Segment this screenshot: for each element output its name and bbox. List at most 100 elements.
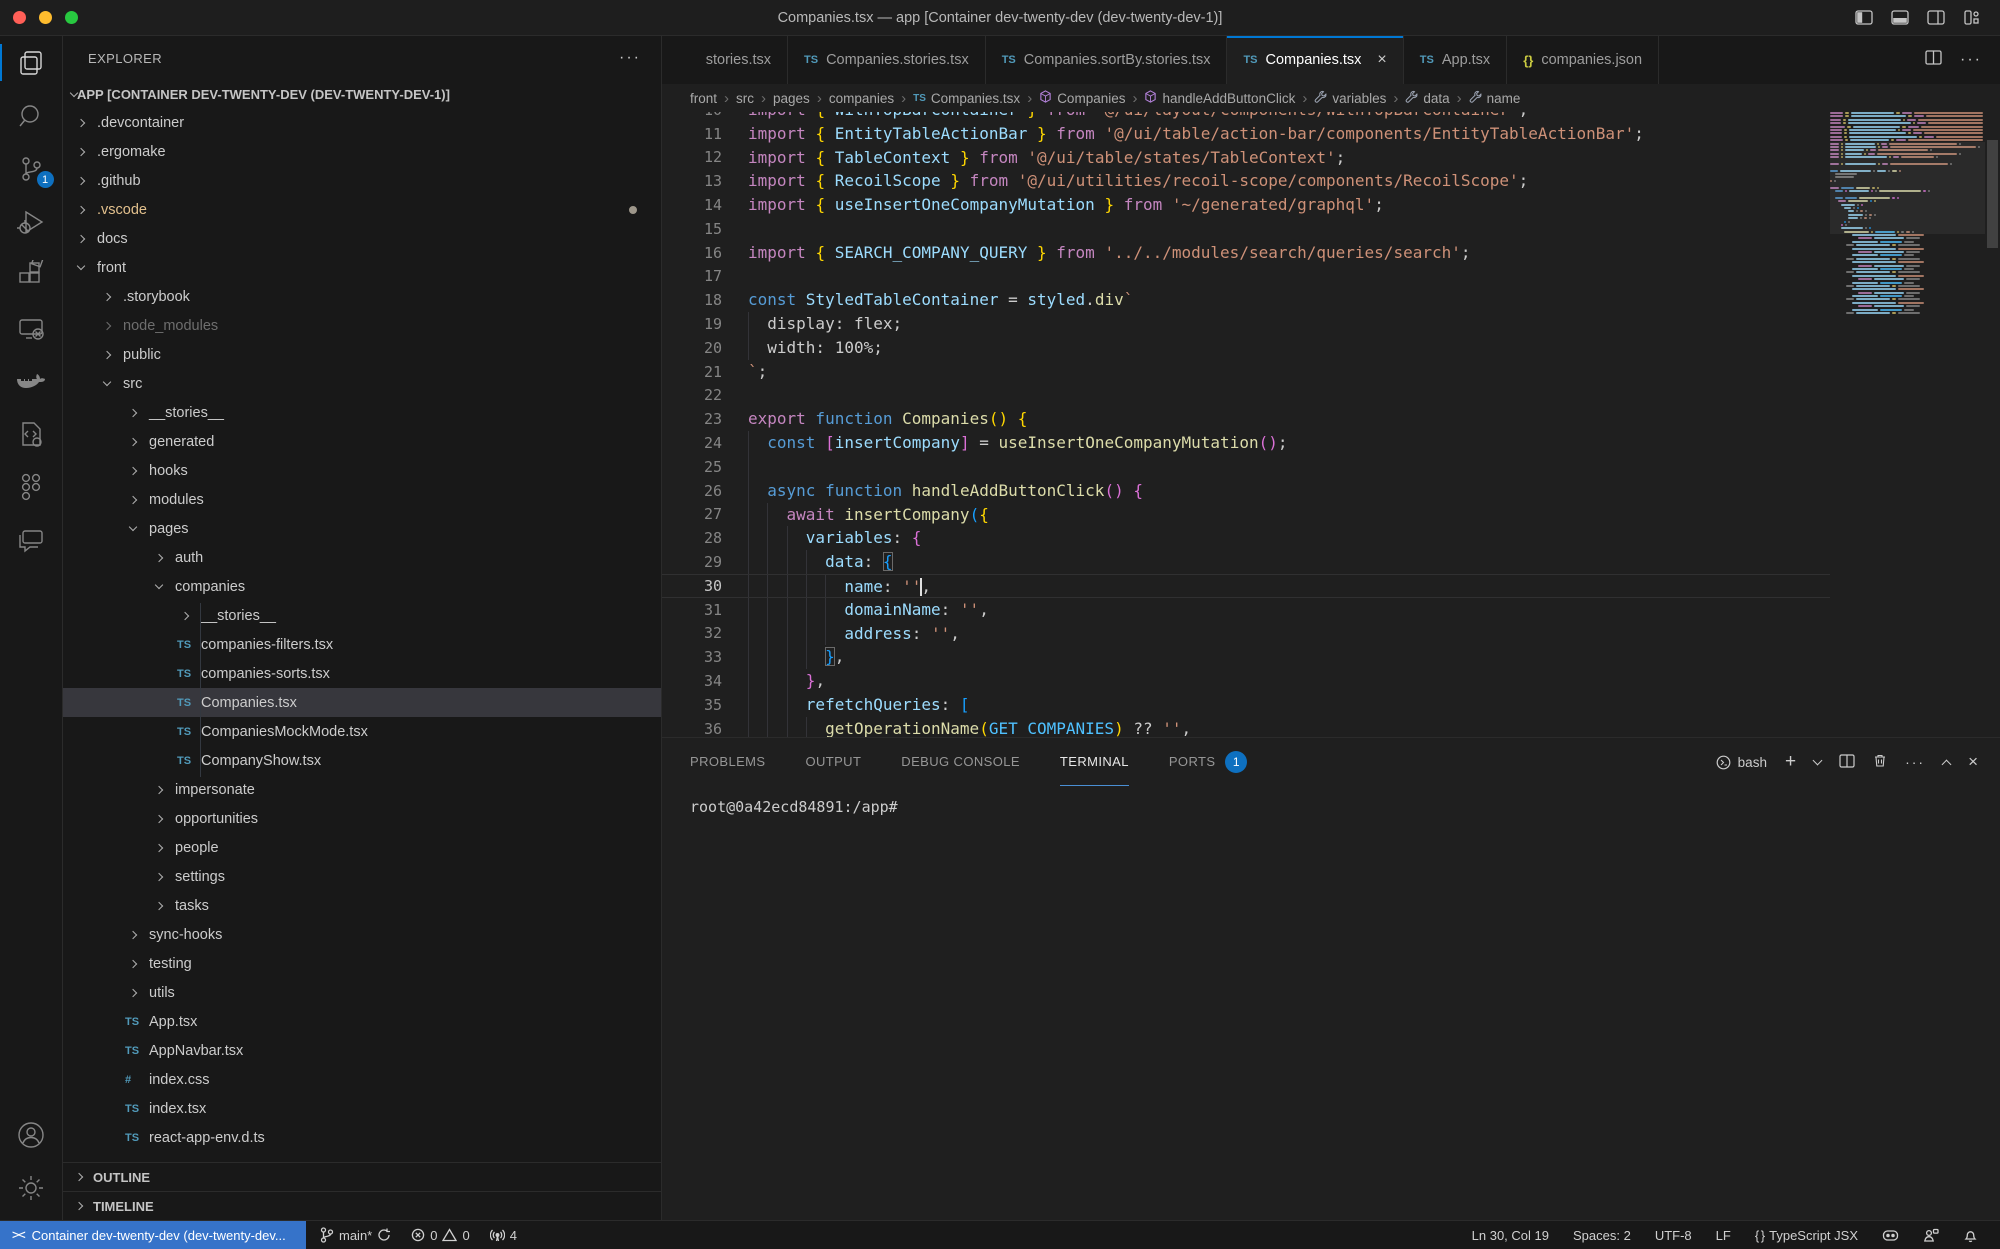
tree-folder-settings[interactable]: settings xyxy=(63,862,661,891)
tab-app.tsx[interactable]: TSApp.tsx xyxy=(1404,36,1507,84)
tree-folder-tasks[interactable]: tasks xyxy=(63,891,661,920)
tree-folder--stories-[interactable]: __stories__ xyxy=(63,398,661,427)
code-line-33[interactable]: 33 }, xyxy=(662,645,1830,669)
terminal-instance[interactable]: bash xyxy=(1716,755,1767,770)
tree-file-companies.tsx[interactable]: TSCompanies.tsx xyxy=(63,688,661,717)
editor-scrollbar[interactable] xyxy=(1985,112,2000,737)
activity-extensions[interactable] xyxy=(0,248,63,301)
code-editor[interactable]: 10import { WithTopBarContainer } from '@… xyxy=(662,112,2000,737)
section-timeline[interactable]: TIMELINE xyxy=(63,1191,661,1220)
tab-companies.json[interactable]: {}companies.json xyxy=(1507,36,1659,84)
tree-file-index.css[interactable]: #index.css xyxy=(63,1065,661,1094)
code-line-10[interactable]: 10import { WithTopBarContainer } from '@… xyxy=(662,112,1830,122)
more-actions-icon[interactable]: ··· xyxy=(1960,51,1982,69)
maximize-panel-icon[interactable] xyxy=(1942,759,1952,769)
close-window-button[interactable] xyxy=(13,11,26,24)
breadcrumb-handleaddbuttonclick[interactable]: handleAddButtonClick xyxy=(1144,90,1295,106)
code-line-11[interactable]: 11import { EntityTableActionBar } from '… xyxy=(662,122,1830,146)
remote-indicator[interactable]: >< Container dev-twenty-dev (dev-twenty-… xyxy=(0,1221,306,1249)
tree-folder--stories-[interactable]: __stories__ xyxy=(63,601,661,630)
customize-layout-icon[interactable] xyxy=(1962,10,1982,26)
code-line-13[interactable]: 13import { RecoilScope } from '@/ui/util… xyxy=(662,169,1830,193)
panel-tab-debug-console[interactable]: DEBUG CONSOLE xyxy=(901,738,1020,786)
code-line-31[interactable]: 31 domainName: '', xyxy=(662,598,1830,622)
tree-folder-generated[interactable]: generated xyxy=(63,427,661,456)
git-branch-item[interactable]: main* xyxy=(312,1227,399,1243)
breadcrumb-front[interactable]: front xyxy=(690,91,717,106)
code-line-15[interactable]: 15 xyxy=(662,217,1830,241)
tree-folder-front[interactable]: front xyxy=(63,253,661,282)
code-line-12[interactable]: 12import { TableContext } from '@/ui/tab… xyxy=(662,146,1830,170)
tree-folder-docs[interactable]: docs xyxy=(63,224,661,253)
code-line-30[interactable]: 30 name: '', xyxy=(662,574,1830,598)
explorer-more-actions-icon[interactable]: ··· xyxy=(619,49,641,67)
tree-folder-modules[interactable]: modules xyxy=(63,485,661,514)
zoom-window-button[interactable] xyxy=(65,11,78,24)
code-line-29[interactable]: 29 data: { xyxy=(662,550,1830,574)
tab-stories.tsx[interactable]: stories.tsx xyxy=(662,36,788,84)
code-line-23[interactable]: 23export function Companies() { xyxy=(662,407,1830,431)
breadcrumb-src[interactable]: src xyxy=(736,91,754,106)
feedback-icon[interactable] xyxy=(1915,1228,1947,1243)
code-line-25[interactable]: 25 xyxy=(662,455,1830,479)
tree-folder-.storybook[interactable]: .storybook xyxy=(63,282,661,311)
tree-folder-hooks[interactable]: hooks xyxy=(63,456,661,485)
tree-folder-opportunities[interactable]: opportunities xyxy=(63,804,661,833)
tree-folder-sync-hooks[interactable]: sync-hooks xyxy=(63,920,661,949)
notifications-bell-icon[interactable] xyxy=(1955,1228,1986,1243)
tree-file-companies-filters.tsx[interactable]: TScompanies-filters.tsx xyxy=(63,630,661,659)
code-line-14[interactable]: 14import { useInsertOneCompanyMutation }… xyxy=(662,193,1830,217)
code-line-19[interactable]: 19 display: flex; xyxy=(662,312,1830,336)
close-panel-icon[interactable]: × xyxy=(1968,752,1978,772)
panel-tab-terminal[interactable]: TERMINAL xyxy=(1060,738,1129,786)
tree-folder-companies[interactable]: companies xyxy=(63,572,661,601)
scrollbar-thumb[interactable] xyxy=(1987,140,1998,248)
minimap-viewport[interactable] xyxy=(1830,142,1985,234)
breadcrumb-variables[interactable]: variables xyxy=(1314,90,1386,106)
code-line-36[interactable]: 36 getOperationName(GET_COMPANIES) ?? ''… xyxy=(662,717,1830,737)
activity-circles-extension[interactable] xyxy=(0,460,63,513)
activity-comments[interactable] xyxy=(0,513,63,566)
tree-folder-.ergomake[interactable]: .ergomake xyxy=(63,137,661,166)
tree-file-appnavbar.tsx[interactable]: TSAppNavbar.tsx xyxy=(63,1036,661,1065)
panel-more-icon[interactable]: ··· xyxy=(1905,754,1925,770)
tree-folder-testing[interactable]: testing xyxy=(63,949,661,978)
new-terminal-icon[interactable]: + xyxy=(1785,751,1796,773)
code-line-32[interactable]: 32 address: '', xyxy=(662,622,1830,646)
cursor-position[interactable]: Ln 30, Col 19 xyxy=(1464,1228,1557,1243)
problems-item[interactable]: 0 0 xyxy=(403,1228,477,1243)
activity-docker[interactable] xyxy=(0,354,63,407)
toggle-panel-icon[interactable] xyxy=(1890,10,1910,26)
code-line-34[interactable]: 34 }, xyxy=(662,669,1830,693)
tree-folder-node-modules[interactable]: node_modules xyxy=(63,311,661,340)
tree-folder-src[interactable]: src xyxy=(63,369,661,398)
workspace-section-header[interactable]: APP [CONTAINER DEV-TWENTY-DEV (DEV-TWENT… xyxy=(63,80,661,108)
copilot-icon[interactable] xyxy=(1874,1228,1907,1243)
split-editor-icon[interactable] xyxy=(1925,50,1942,70)
tree-folder-.github[interactable]: .github xyxy=(63,166,661,195)
tree-folder-impersonate[interactable]: impersonate xyxy=(63,775,661,804)
breadcrumb-companies.tsx[interactable]: TSCompanies.tsx xyxy=(913,91,1020,106)
code-line-24[interactable]: 24 const [insertCompany] = useInsertOneC… xyxy=(662,431,1830,455)
code-line-18[interactable]: 18const StyledTableContainer = styled.di… xyxy=(662,288,1830,312)
tree-file-react-app-env.d.ts[interactable]: TSreact-app-env.d.ts xyxy=(63,1123,661,1152)
activity-remote-explorer[interactable] xyxy=(0,301,63,354)
tree-folder-people[interactable]: people xyxy=(63,833,661,862)
tree-folder-pages[interactable]: pages xyxy=(63,514,661,543)
panel-tab-problems[interactable]: PROBLEMS xyxy=(690,738,765,786)
breadcrumb-companies[interactable]: Companies xyxy=(1039,90,1125,106)
code-line-35[interactable]: 35 refetchQueries: [ xyxy=(662,693,1830,717)
panel-tab-ports[interactable]: PORTS1 xyxy=(1169,738,1248,786)
code-line-28[interactable]: 28 variables: { xyxy=(662,526,1830,550)
minimap[interactable] xyxy=(1830,112,1985,737)
breadcrumb-companies[interactable]: companies xyxy=(829,91,894,106)
breadcrumb-name[interactable]: name xyxy=(1469,90,1521,106)
close-tab-icon[interactable]: × xyxy=(1377,51,1386,69)
code-line-22[interactable]: 22 xyxy=(662,384,1830,408)
tree-file-index.tsx[interactable]: TSindex.tsx xyxy=(63,1094,661,1123)
tree-file-companies-sorts.tsx[interactable]: TScompanies-sorts.tsx xyxy=(63,659,661,688)
tree-folder-.vscode[interactable]: .vscode xyxy=(63,195,661,224)
tree-folder-utils[interactable]: utils xyxy=(63,978,661,1007)
indentation[interactable]: Spaces: 2 xyxy=(1565,1228,1639,1243)
terminal-output[interactable]: root@0a42ecd84891:/app# xyxy=(662,786,2000,1220)
